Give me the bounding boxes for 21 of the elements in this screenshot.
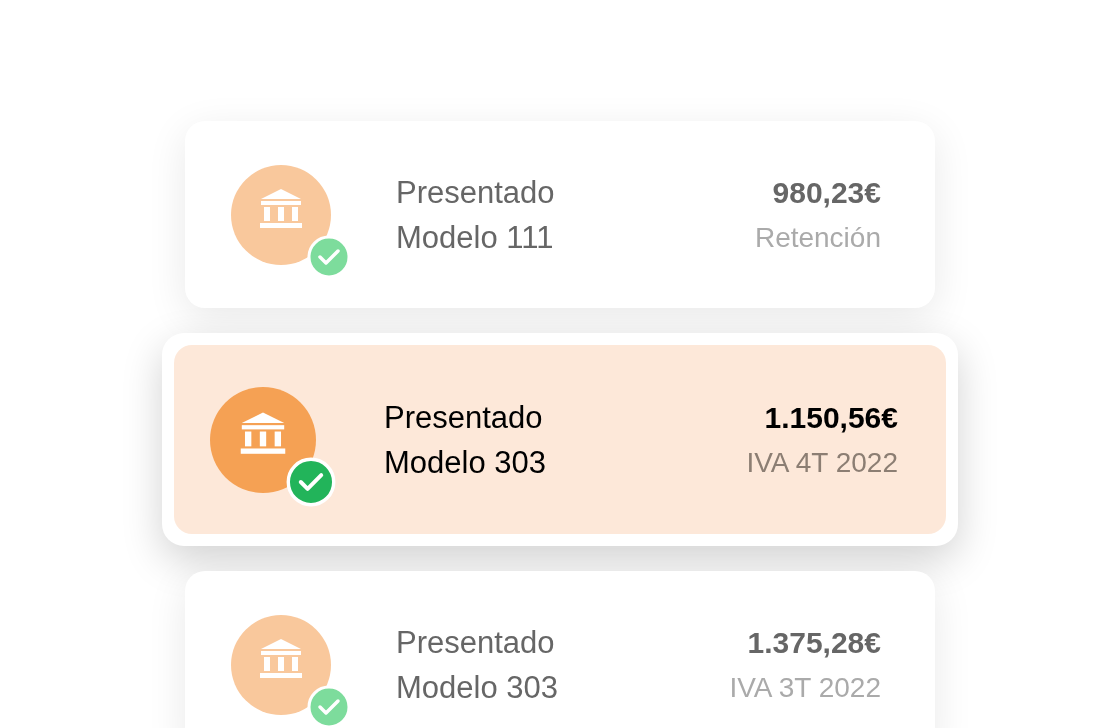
filing-card[interactable]: Presentado Modelo 303 1.375,28€ IVA 3T 2022 xyxy=(185,571,935,728)
check-icon xyxy=(307,234,351,279)
bank-icon xyxy=(210,386,316,493)
status-text: Presentado xyxy=(384,398,544,437)
check-icon xyxy=(307,684,351,728)
check-icon xyxy=(286,456,336,507)
status-text: Presentado xyxy=(396,173,556,212)
status-text: Presentado xyxy=(396,623,556,662)
form-name: Modelo 303 xyxy=(396,668,559,707)
bank-icon xyxy=(231,164,331,265)
amount: 980,23€ xyxy=(772,174,881,211)
amount: 1.375,28€ xyxy=(747,624,881,661)
detail-text: Retención xyxy=(754,220,881,255)
detail-text: IVA 3T 2022 xyxy=(729,670,881,705)
filing-card[interactable]: Presentado Modelo 303 1.150,56€ IVA 4T 2022 xyxy=(174,345,946,534)
filing-card[interactable]: Presentado Modelo 111 980,23€ Retención xyxy=(185,121,935,308)
detail-text: IVA 4T 2022 xyxy=(746,445,898,480)
form-name: Modelo 303 xyxy=(384,443,547,482)
form-name: Modelo 111 xyxy=(396,218,555,257)
amount: 1.150,56€ xyxy=(764,399,898,436)
bank-icon xyxy=(231,614,331,715)
